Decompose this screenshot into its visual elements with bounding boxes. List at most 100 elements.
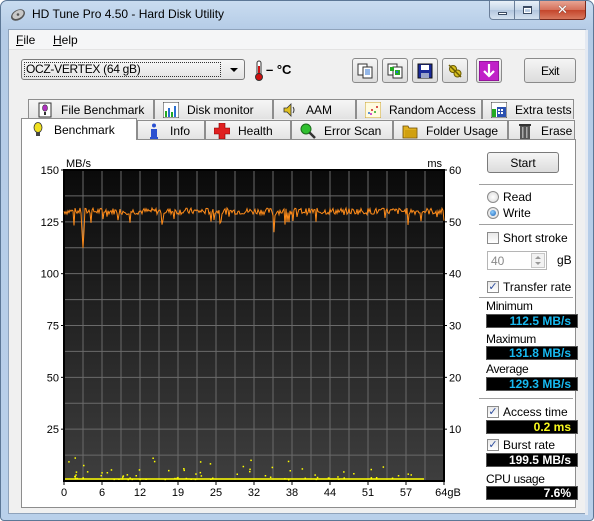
average-label: Average <box>486 362 529 376</box>
benchmark-icon <box>30 121 46 138</box>
access-time-point <box>370 468 372 471</box>
access-time-point <box>195 473 197 475</box>
menu-bar: File Help <box>9 30 585 50</box>
error-scan-icon <box>300 123 316 139</box>
access-time-point <box>284 478 286 480</box>
disk-monitor-icon <box>163 101 179 118</box>
tab-disk-monitor[interactable]: Disk monitor <box>154 99 273 119</box>
health-icon <box>214 122 230 139</box>
tab-info[interactable]: Info <box>137 120 205 140</box>
tab-error-scan[interactable]: Error Scan <box>291 120 393 140</box>
access-time-point <box>200 475 203 477</box>
burst-rate-checkbox[interactable]: ✓ Burst rate <box>487 438 555 452</box>
copy-text-button[interactable] <box>352 58 378 83</box>
access-time-point <box>138 469 141 471</box>
access-time-point <box>315 478 318 481</box>
access-time-point <box>152 457 154 459</box>
thermometer-icon <box>255 60 263 81</box>
tab-file-benchmark[interactable]: File Benchmark <box>28 99 154 119</box>
options-icon <box>448 63 462 78</box>
read-radio[interactable]: Read <box>487 190 532 204</box>
save-button[interactable] <box>412 58 438 83</box>
transfer-rate-checkbox[interactable]: ✓ Transfer rate <box>487 280 571 294</box>
short-stroke-checkbox[interactable]: Short stroke <box>487 231 568 245</box>
average-value: 129.3 MB/s <box>486 377 578 391</box>
stepper-buttons[interactable] <box>531 253 545 268</box>
exit-button[interactable]: Exit <box>524 58 576 83</box>
access-time-point <box>127 478 129 481</box>
close-button[interactable]: ✕ <box>540 1 586 20</box>
random-access-icon <box>365 101 381 118</box>
access-time-point <box>135 475 137 477</box>
access-time-value: 0.2 ms <box>486 420 578 434</box>
x-tick-label: 44 <box>324 487 336 499</box>
benchmark-chart: 25 50 75 100 125 150 10 20 30 40 50 60 MB/s ms 0 6 12 19 2… <box>41 158 462 499</box>
update-icon <box>479 60 499 81</box>
access-time-point <box>145 478 147 480</box>
access-time-point <box>338 478 340 480</box>
minimize-button[interactable] <box>489 1 515 20</box>
access-time-point <box>122 476 124 478</box>
update-button[interactable] <box>476 58 502 83</box>
access-time-point <box>407 473 409 475</box>
access-time-point <box>68 461 70 463</box>
write-radio[interactable]: Write <box>487 206 531 220</box>
tab-extra-tests[interactable]: Extra tests <box>482 99 574 119</box>
y-tick-label-right: 30 <box>449 321 461 333</box>
x-tick-label: 6 <box>99 487 105 499</box>
access-time-point <box>337 476 339 478</box>
options-button[interactable] <box>442 58 468 83</box>
access-time-point <box>264 475 267 477</box>
access-time-point <box>183 468 185 470</box>
access-time-point <box>139 478 141 481</box>
access-time-point <box>249 468 251 471</box>
app-disk-icon <box>11 9 25 21</box>
access-time-point <box>375 477 378 479</box>
access-time-checkbox[interactable]: ✓ Access time <box>487 405 568 419</box>
access-time-point <box>185 477 188 480</box>
start-button[interactable]: Start <box>487 152 559 173</box>
drive-select[interactable]: OCZ-VERTEX (64 gB) <box>21 59 245 80</box>
menu-file[interactable]: File <box>16 33 35 47</box>
checkmark-icon: ✓ <box>487 281 499 293</box>
y-tick-label-left: 50 <box>47 372 59 384</box>
access-time-point <box>301 468 304 470</box>
access-time-point <box>75 474 77 476</box>
tab-folder-usage[interactable]: Folder Usage <box>393 120 508 140</box>
tab-random-access[interactable]: Random Access <box>356 99 482 119</box>
y-axis-label-right: ms <box>427 158 442 170</box>
menu-help[interactable]: Help <box>53 33 78 47</box>
x-tick-label: 51 <box>362 487 374 499</box>
window-title: HD Tune Pro 4.50 - Hard Disk Utility <box>32 7 225 21</box>
x-tick-label: 38 <box>286 487 298 499</box>
access-time-point <box>110 469 113 471</box>
access-time-point <box>353 473 355 475</box>
tab-health[interactable]: Health <box>205 120 291 140</box>
copy-screenshot-button[interactable] <box>382 58 408 83</box>
access-time-point <box>304 477 306 480</box>
title-bar[interactable]: HD Tune Pro 4.50 - Hard Disk Utility ✕ <box>1 1 593 29</box>
x-tick-label: 32 <box>248 487 260 499</box>
access-time-point <box>76 477 78 480</box>
access-time-point <box>343 477 345 479</box>
close-icon: ✕ <box>557 2 568 17</box>
tab-benchmark[interactable]: Benchmark <box>21 118 137 140</box>
access-time-point <box>287 460 290 463</box>
access-time-point <box>212 477 214 479</box>
tab-aam[interactable]: AAM <box>273 99 356 119</box>
short-stroke-stepper[interactable]: 40 <box>487 251 547 270</box>
stepper-down-icon <box>535 262 541 265</box>
access-time-point <box>74 475 76 478</box>
access-time-point <box>168 469 170 472</box>
access-time-point <box>343 471 345 473</box>
y-tick-label-right: 20 <box>449 372 461 384</box>
access-time-point <box>126 474 129 476</box>
tab-erase[interactable]: Erase <box>508 120 575 140</box>
benchmark-controls: Start Read Write Short stroke 40 gB ✓ Tr… <box>471 140 578 506</box>
x-tick-label: 12 <box>134 487 146 499</box>
y-tick-label-right: 40 <box>449 269 461 281</box>
access-time-point <box>236 473 238 475</box>
checkmark-icon: ✓ <box>487 439 499 451</box>
maximize-button[interactable] <box>515 1 540 20</box>
y-tick-label-left: 125 <box>41 217 59 229</box>
